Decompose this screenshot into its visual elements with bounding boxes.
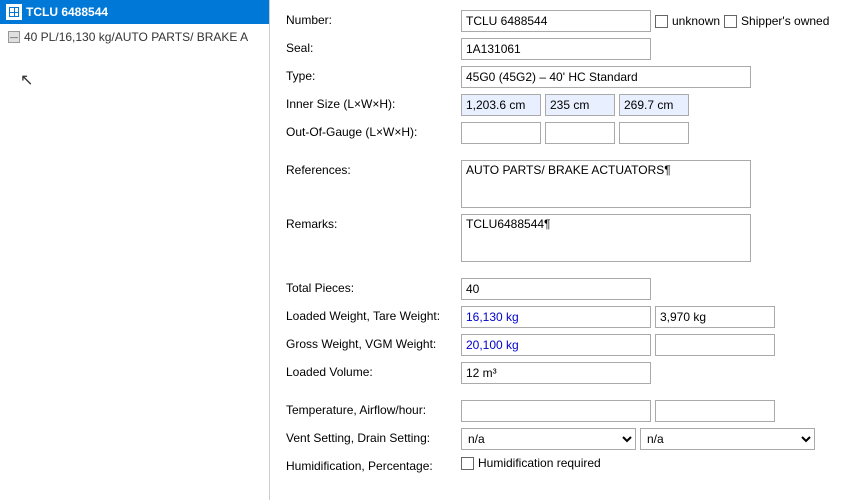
temperature-input[interactable]: [461, 400, 651, 422]
drain-select[interactable]: n/a Open Closed: [640, 428, 815, 450]
out-of-gauge-controls: [461, 122, 848, 144]
vent-row: Vent Setting, Drain Setting: n/a Open Cl…: [286, 428, 848, 450]
left-panel: TCLU 6488544 — 40 PL/16,130 kg/AUTO PART…: [0, 0, 270, 500]
remarks-textarea[interactable]: TCLU6488544¶: [461, 214, 751, 262]
vent-controls: n/a Open Closed n/a Open Closed: [461, 428, 848, 450]
vgm-weight-input[interactable]: [655, 334, 775, 356]
gross-weight-controls: [461, 334, 848, 356]
temperature-label: Temperature, Airflow/hour:: [286, 400, 461, 417]
out-of-gauge-row: Out-Of-Gauge (L×W×H):: [286, 122, 848, 144]
temperature-controls: [461, 400, 848, 422]
remarks-row: Remarks: TCLU6488544¶: [286, 214, 848, 262]
loaded-weight-row: Loaded Weight, Tare Weight:: [286, 306, 848, 328]
references-textarea[interactable]: AUTO PARTS/ BRAKE ACTUATORS¶: [461, 160, 751, 208]
shippers-owned-label: Shipper's owned: [741, 14, 829, 28]
loaded-weight-label: Loaded Weight, Tare Weight:: [286, 306, 461, 323]
total-pieces-row: Total Pieces:: [286, 278, 848, 300]
humidification-controls: Humidification required: [461, 456, 848, 470]
humidification-checkbox-wrapper: Humidification required: [461, 456, 601, 470]
out-w-input[interactable]: [545, 122, 615, 144]
number-label: Number:: [286, 10, 461, 27]
container-icon: [6, 4, 22, 20]
seal-controls: [461, 38, 848, 60]
humidification-checkbox[interactable]: [461, 457, 474, 470]
out-h-input[interactable]: [619, 122, 689, 144]
total-pieces-controls: [461, 278, 848, 300]
type-row: Type:: [286, 66, 848, 88]
out-of-gauge-label: Out-Of-Gauge (L×W×H):: [286, 122, 461, 139]
inner-size-controls: [461, 94, 848, 116]
gross-weight-row: Gross Weight, VGM Weight:: [286, 334, 848, 356]
container-header: TCLU 6488544: [0, 0, 269, 24]
inner-w-input[interactable]: [545, 94, 615, 116]
loaded-volume-label: Loaded Volume:: [286, 362, 461, 379]
tree-checkbox: —: [8, 31, 20, 43]
loaded-volume-row: Loaded Volume:: [286, 362, 848, 384]
inner-l-input[interactable]: [461, 94, 541, 116]
references-row: References: AUTO PARTS/ BRAKE ACTUATORS¶: [286, 160, 848, 208]
number-row: Number: unknown Shipper's owned: [286, 10, 848, 32]
humidification-label: Humidification, Percentage:: [286, 456, 461, 473]
type-label: Type:: [286, 66, 461, 83]
vent-select[interactable]: n/a Open Closed: [461, 428, 636, 450]
loaded-volume-controls: [461, 362, 848, 384]
right-panel: Number: unknown Shipper's owned Seal:: [270, 0, 864, 500]
unknown-checkbox[interactable]: [655, 15, 668, 28]
loaded-weight-controls: [461, 306, 848, 328]
container-title: TCLU 6488544: [26, 5, 108, 19]
remarks-controls: TCLU6488544¶: [461, 214, 848, 262]
number-input[interactable]: [461, 10, 651, 32]
gross-weight-label: Gross Weight, VGM Weight:: [286, 334, 461, 351]
seal-row: Seal:: [286, 38, 848, 60]
type-controls: [461, 66, 848, 88]
temperature-row: Temperature, Airflow/hour:: [286, 400, 848, 422]
remarks-label: Remarks:: [286, 214, 461, 231]
total-pieces-input[interactable]: [461, 278, 651, 300]
cursor: ↖: [0, 50, 269, 110]
unknown-label: unknown: [672, 14, 720, 28]
humidification-row: Humidification, Percentage: Humidificati…: [286, 456, 848, 473]
loaded-volume-input[interactable]: [461, 362, 651, 384]
type-input[interactable]: [461, 66, 751, 88]
tree-item: — 40 PL/16,130 kg/AUTO PARTS/ BRAKE A: [0, 24, 269, 50]
tree-item-label: 40 PL/16,130 kg/AUTO PARTS/ BRAKE A: [24, 30, 248, 44]
loaded-weight-input[interactable]: [461, 306, 651, 328]
gross-weight-input[interactable]: [461, 334, 651, 356]
total-pieces-label: Total Pieces:: [286, 278, 461, 295]
references-label: References:: [286, 160, 461, 177]
humidification-req-label: Humidification required: [478, 456, 601, 470]
number-controls: unknown Shipper's owned: [461, 10, 848, 32]
tare-weight-input[interactable]: [655, 306, 775, 328]
inner-h-input[interactable]: [619, 94, 689, 116]
references-controls: AUTO PARTS/ BRAKE ACTUATORS¶: [461, 160, 848, 208]
vent-label: Vent Setting, Drain Setting:: [286, 428, 461, 445]
unknown-checkbox-wrapper: unknown: [655, 14, 720, 28]
inner-size-row: Inner Size (L×W×H):: [286, 94, 848, 116]
airflow-input[interactable]: [655, 400, 775, 422]
seal-label: Seal:: [286, 38, 461, 55]
shippers-owned-checkbox[interactable]: [724, 15, 737, 28]
out-l-input[interactable]: [461, 122, 541, 144]
shippers-owned-wrapper: Shipper's owned: [724, 14, 829, 28]
inner-size-label: Inner Size (L×W×H):: [286, 94, 461, 111]
seal-input[interactable]: [461, 38, 651, 60]
